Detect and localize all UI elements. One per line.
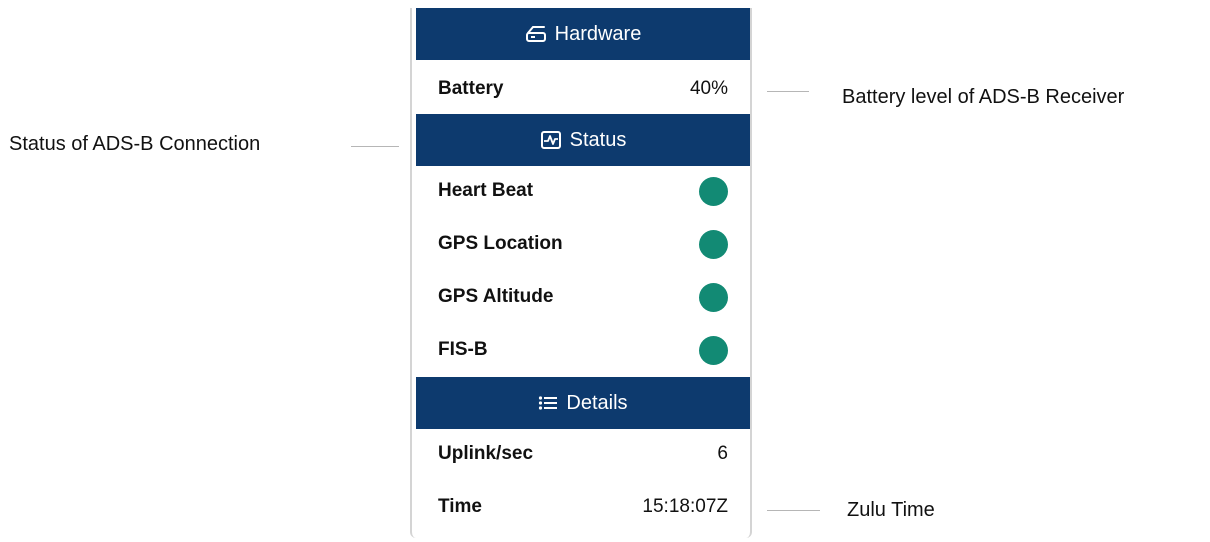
status-indicator: [699, 176, 728, 206]
status-indicator: [699, 335, 728, 365]
time-label: Time: [438, 496, 483, 517]
battery-annotation: Battery level of ADS-B Receiver: [842, 86, 1125, 108]
status-label: FIS-B: [438, 339, 488, 360]
hardware-header: Hardware: [416, 8, 750, 60]
status-label: GPS Altitude: [438, 286, 554, 307]
battery-value: 40%: [689, 78, 728, 99]
status-row-gps-location: GPS Location: [438, 224, 728, 264]
ads-b-status-panel: Hardware Battery 40% Status Heart Beat G…: [410, 8, 752, 538]
list-icon: [538, 395, 558, 411]
battery-leader-line: [767, 91, 809, 92]
hardware-title: Hardware: [554, 22, 642, 45]
time-leader-line: [767, 510, 820, 511]
uplink-row: Uplink/sec 6: [438, 434, 728, 474]
pulse-chart-icon: [540, 130, 562, 150]
status-label: Heart Beat: [438, 180, 534, 201]
uplink-label: Uplink/sec: [438, 443, 534, 464]
status-row-fis-b: FIS-B: [438, 330, 728, 370]
time-value: 15:18:07Z: [642, 496, 728, 517]
status-annotation: Status of ADS-B Connection: [9, 133, 261, 155]
time-annotation: Zulu Time: [847, 499, 935, 521]
status-indicator: [699, 229, 728, 259]
time-row: Time 15:18:07Z: [438, 487, 728, 527]
status-label: GPS Location: [438, 233, 563, 254]
details-header: Details: [416, 377, 750, 429]
status-row-gps-altitude: GPS Altitude: [438, 277, 728, 317]
status-header: Status: [416, 114, 750, 166]
status-indicator: [699, 282, 728, 312]
status-leader-line: [351, 146, 399, 147]
router-icon: [525, 25, 547, 43]
battery-row: Battery 40%: [438, 69, 728, 109]
status-row-heart-beat: Heart Beat: [438, 171, 728, 211]
details-title: Details: [566, 391, 628, 414]
battery-label: Battery: [438, 78, 504, 99]
status-title: Status: [569, 128, 627, 151]
uplink-value: 6: [717, 443, 728, 464]
